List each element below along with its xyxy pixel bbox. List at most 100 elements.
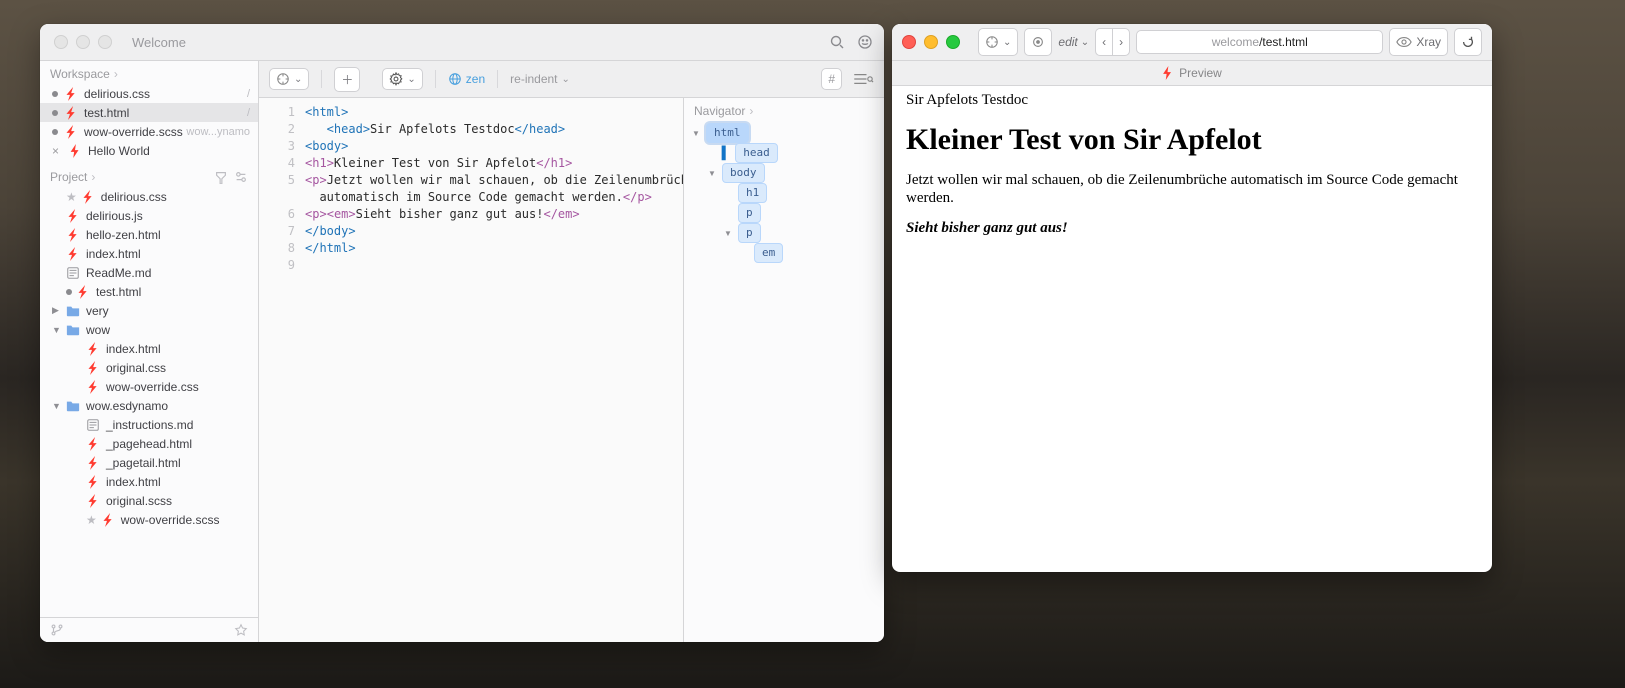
project-file[interactable]: _pagehead.html [40, 434, 258, 453]
add-button[interactable]: ＋ [334, 67, 360, 92]
smile-icon[interactable] [856, 33, 874, 51]
compass-button[interactable]: ⌄ [978, 28, 1018, 56]
workspace-header[interactable]: Workspace › [40, 61, 258, 84]
tag-pill[interactable]: em [754, 243, 783, 263]
disclosure-triangle[interactable]: ▼ [708, 169, 718, 178]
star-icon[interactable] [234, 623, 248, 637]
url-field[interactable]: welcome/test.html [1136, 30, 1383, 54]
close-icon[interactable]: × [52, 144, 62, 158]
code-line[interactable]: <body> [305, 138, 683, 155]
zen-label[interactable]: zen [466, 72, 485, 86]
code-line[interactable]: automatisch im Source Code gemacht werde… [305, 189, 683, 206]
code-line[interactable]: </body> [305, 223, 683, 240]
project-header[interactable]: Project › [40, 164, 258, 187]
branch-icon[interactable] [50, 623, 64, 637]
edit-dropdown[interactable]: edit ⌄ [1058, 35, 1089, 49]
navigator-node[interactable]: h1 [684, 183, 884, 203]
modified-dot [52, 91, 58, 97]
code-line[interactable]: <h1>Kleiner Test von Sir Apfelot</h1> [305, 155, 683, 172]
file-icon [63, 87, 79, 101]
tag-pill[interactable]: head [735, 143, 778, 163]
file-icon [66, 399, 80, 413]
chevron-right-icon: › [114, 67, 118, 81]
project-file[interactable]: hello-zen.html [40, 225, 258, 244]
settings-panel-button[interactable] [852, 72, 874, 86]
navigator-node[interactable]: em [684, 243, 884, 263]
file-name: delirious.css [101, 190, 167, 204]
navigator-node[interactable]: ▍head [684, 143, 884, 163]
gear-button[interactable]: ⌄ [382, 68, 422, 90]
close-dot[interactable] [54, 35, 68, 49]
tag-pill[interactable]: h1 [738, 183, 767, 203]
project-file[interactable]: ★wow-override.scss [40, 510, 258, 529]
reindent-button[interactable]: re-indent ⌄ [510, 72, 570, 86]
tag-pill[interactable]: html [706, 123, 749, 143]
project-file[interactable]: ▶very [40, 301, 258, 320]
compass-button[interactable]: ⌄ [269, 68, 309, 90]
disclosure-triangle[interactable]: ▼ [724, 229, 734, 238]
close-dot[interactable] [902, 35, 916, 49]
navigator-node[interactable]: p [684, 203, 884, 223]
project-file[interactable]: _pagetail.html [40, 453, 258, 472]
project-file[interactable]: original.css [40, 358, 258, 377]
project-file[interactable]: ▼wow [40, 320, 258, 339]
code-line[interactable]: <p><em>Sieht bisher ganz gut aus!</em> [305, 206, 683, 223]
file-icon [85, 494, 101, 508]
settings-icon[interactable] [234, 170, 248, 184]
minimize-dot[interactable] [924, 35, 938, 49]
hash-button[interactable]: # [821, 68, 842, 90]
navigator-node[interactable]: ▼ html [684, 123, 884, 143]
target-button[interactable] [1024, 28, 1052, 56]
zoom-dot[interactable] [946, 35, 960, 49]
disclosure-triangle[interactable]: ▼ [52, 401, 62, 411]
search-icon[interactable] [828, 33, 846, 51]
nav-back-button[interactable]: ‹ [1095, 28, 1112, 56]
navigator-header[interactable]: Navigator › [684, 98, 884, 121]
project-tree: ★delirious.cssdelirious.jshello-zen.html… [40, 187, 258, 533]
workspace-file[interactable]: wow-override.scsswow...ynamo [40, 122, 258, 141]
code-line[interactable]: <p>Jetzt wollen wir mal schauen, ob die … [305, 172, 683, 189]
project-file[interactable]: ★delirious.css [40, 187, 258, 206]
file-icon [85, 456, 101, 470]
project-file[interactable]: delirious.js [40, 206, 258, 225]
tag-pill[interactable]: p [738, 223, 761, 243]
project-file[interactable]: original.scss [40, 491, 258, 510]
project-file[interactable]: ReadMe.md [40, 263, 258, 282]
editor-titlebar[interactable]: Welcome [40, 24, 884, 61]
project-file[interactable]: index.html [40, 244, 258, 263]
navigator-node[interactable]: ▼p [684, 223, 884, 243]
disclosure-triangle[interactable]: ▼ [52, 325, 62, 335]
filter-icon[interactable] [214, 170, 228, 184]
chevron-down-icon: ⌄ [1003, 37, 1011, 48]
workspace-file[interactable]: delirious.css/ [40, 84, 258, 103]
minimize-dot[interactable] [76, 35, 90, 49]
preview-tab[interactable]: Preview [892, 61, 1492, 86]
code-line[interactable]: <head>Sir Apfelots Testdoc</head> [305, 121, 683, 138]
nav-forward-button[interactable]: › [1112, 28, 1130, 56]
project-file[interactable]: index.html [40, 472, 258, 491]
file-name: index.html [106, 475, 161, 489]
project-file[interactable]: ▼wow.esdynamo [40, 396, 258, 415]
project-file[interactable]: index.html [40, 339, 258, 358]
project-file[interactable]: test.html [40, 282, 258, 301]
zoom-dot[interactable] [98, 35, 112, 49]
project-file[interactable]: _instructions.md [40, 415, 258, 434]
code-line[interactable] [305, 257, 683, 274]
file-icon [66, 323, 80, 337]
xray-button[interactable]: Xray [1389, 28, 1448, 56]
code-line[interactable]: </html> [305, 240, 683, 257]
disclosure-triangle[interactable]: ▼ [692, 129, 702, 138]
chevron-down-icon: ⌄ [407, 74, 415, 85]
file-icon [80, 190, 96, 204]
reload-button[interactable] [1454, 28, 1482, 56]
code-line[interactable]: <html> [305, 104, 683, 121]
tag-pill[interactable]: body [722, 163, 765, 183]
project-file[interactable]: wow-override.css [40, 377, 258, 396]
tag-pill[interactable]: p [738, 203, 761, 223]
workspace-file[interactable]: ×Hello World [40, 141, 258, 160]
workspace-file[interactable]: test.html/ [40, 103, 258, 122]
navigator-node[interactable]: ▼ body [684, 163, 884, 183]
code-area[interactable]: <html> <head>Sir Apfelots Testdoc</head>… [301, 98, 683, 642]
sidebar: Workspace › delirious.css/test.html/wow-… [40, 61, 259, 642]
disclosure-triangle[interactable]: ▶ [52, 305, 62, 316]
